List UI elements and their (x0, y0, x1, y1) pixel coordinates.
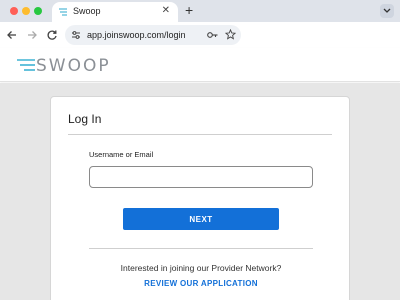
username-input[interactable] (89, 166, 313, 188)
window-close-dot[interactable] (10, 7, 18, 15)
swoop-lines-icon (59, 8, 67, 16)
tune-icon[interactable] (71, 30, 81, 40)
browser-tabstrip: Swoop ✕ + (0, 0, 400, 22)
chevron-down-icon[interactable] (380, 4, 394, 18)
login-card: Log In Username or Email NEXT Interested… (50, 96, 350, 300)
provider-network-text: Interested in joining our Provider Netwo… (120, 263, 282, 273)
username-label: Username or Email (89, 150, 154, 159)
window-zoom-dot[interactable] (34, 7, 42, 15)
title-divider (68, 134, 332, 135)
section-divider (89, 248, 313, 249)
arrow-right-icon[interactable] (25, 28, 39, 42)
next-button[interactable]: NEXT (123, 208, 279, 230)
tab-title: Swoop (73, 6, 101, 16)
review-application-link[interactable]: REVIEW OUR APPLICATION (51, 279, 351, 288)
browser-tab[interactable]: Swoop ✕ (52, 2, 178, 22)
key-icon[interactable] (207, 31, 218, 39)
logo-text: SWOOP (36, 56, 111, 76)
tab-close-icon[interactable]: ✕ (162, 5, 170, 16)
new-tab-button[interactable]: + (185, 2, 193, 18)
address-bar[interactable]: app.joinswoop.com/login (65, 25, 241, 45)
window-minimize-dot[interactable] (22, 7, 30, 15)
star-icon[interactable] (225, 29, 236, 40)
page-title: Log In (68, 112, 102, 126)
swoop-lines-icon (17, 59, 35, 71)
url-text[interactable]: app.joinswoop.com/login (87, 30, 186, 40)
browser-toolbar: app.joinswoop.com/login (0, 22, 400, 48)
arrow-left-icon[interactable] (5, 28, 19, 42)
reload-icon[interactable] (45, 28, 59, 42)
site-header: SWOOP (0, 48, 400, 82)
